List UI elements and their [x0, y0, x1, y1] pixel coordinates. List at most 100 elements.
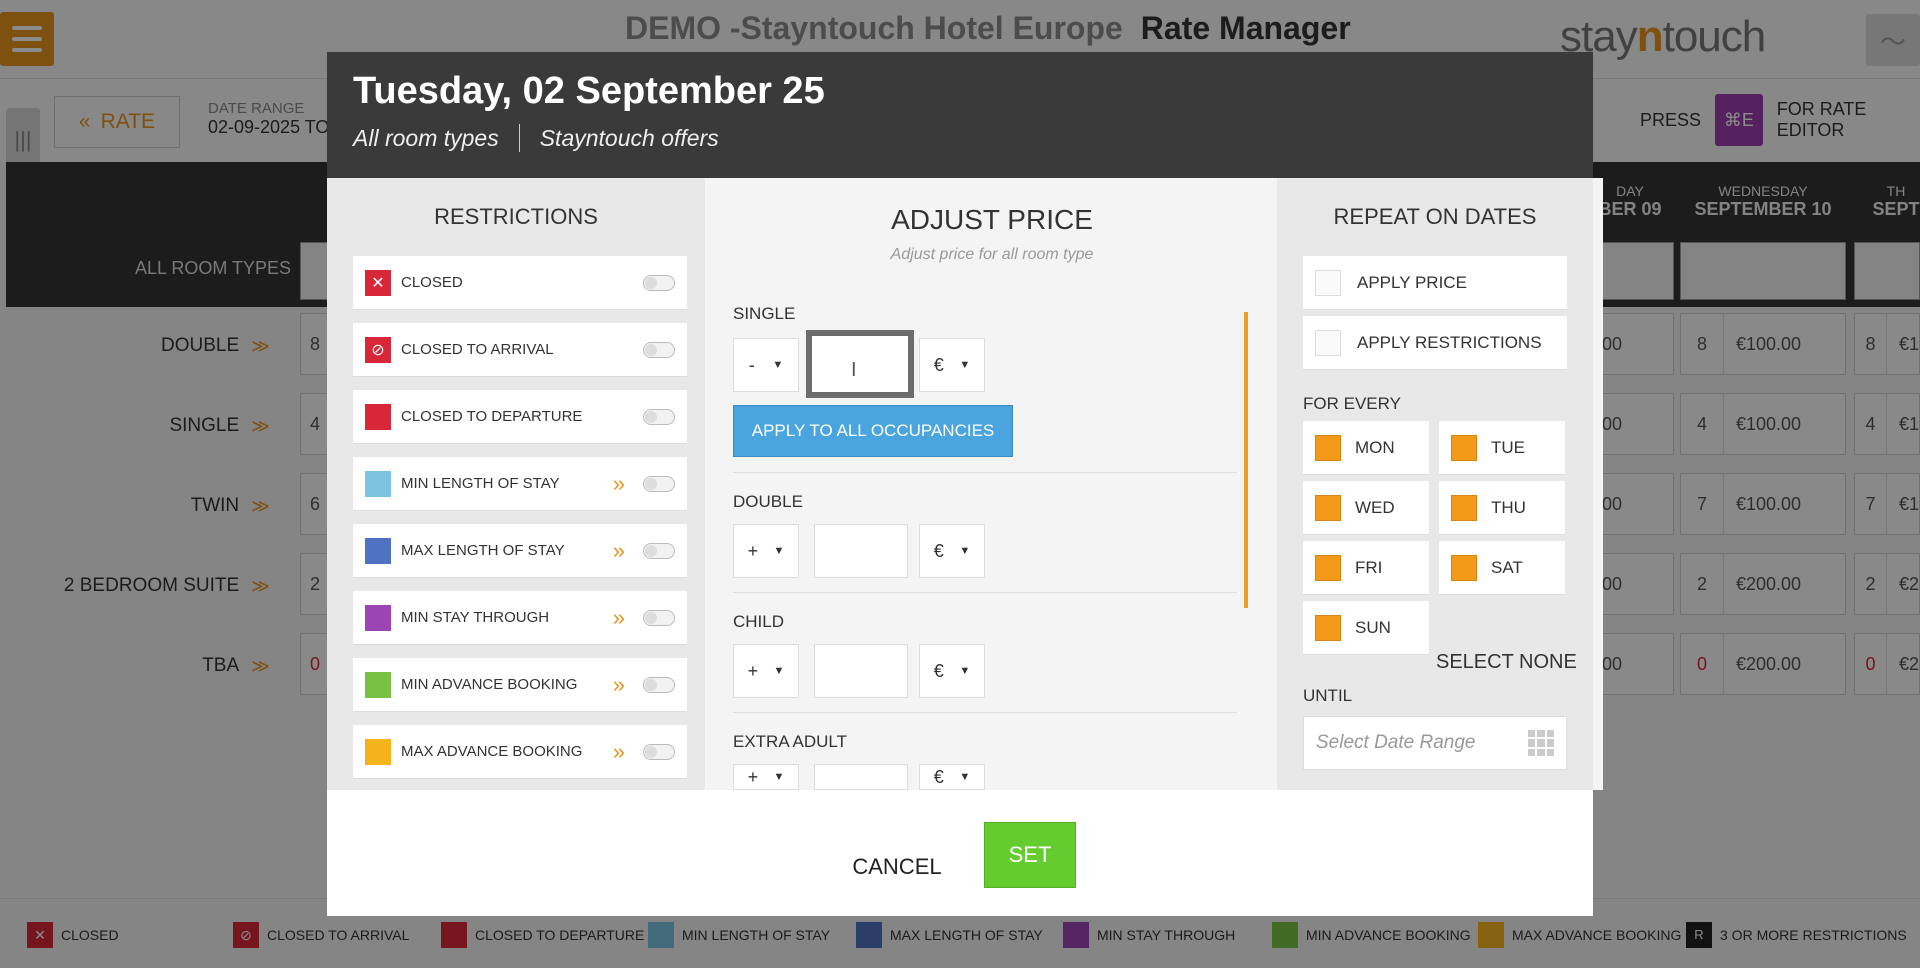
restriction-label: MIN ADVANCE BOOKING: [401, 676, 578, 693]
restriction-min-stay-through[interactable]: MIN STAY THROUGH »: [353, 591, 687, 645]
double-chevron-right-icon[interactable]: »: [613, 739, 625, 765]
price-input-extra-adult[interactable]: [814, 764, 908, 790]
caret-down-icon: ▼: [959, 545, 971, 557]
restriction-max-los[interactable]: MAX LENGTH OF STAY »: [353, 524, 687, 578]
caret-down-icon: ▼: [773, 665, 785, 677]
for-every-label: FOR EVERY: [1303, 394, 1401, 413]
price-input-double[interactable]: [814, 524, 908, 578]
day-tue[interactable]: TUE: [1439, 421, 1565, 475]
modal-subtitle: All room types Stayntouch offers: [353, 124, 719, 152]
day-thu[interactable]: THU: [1439, 481, 1565, 535]
double-chevron-right-icon[interactable]: »: [613, 672, 625, 698]
restriction-toggle[interactable]: [643, 341, 675, 358]
divider: [733, 472, 1237, 473]
restriction-label: MIN STAY THROUGH: [401, 609, 550, 626]
unit-select-single[interactable]: € ▼: [919, 338, 985, 392]
sign-select-extra-adult[interactable]: + ▼: [733, 764, 799, 790]
swatch-icon: [365, 738, 391, 765]
checked-checkbox-icon: [1315, 494, 1341, 521]
apply-all-occupancies-button[interactable]: APPLY TO ALL OCCUPANCIES: [733, 405, 1013, 457]
double-chevron-right-icon[interactable]: »: [613, 605, 625, 631]
swatch-icon: [365, 470, 391, 497]
restriction-closed-departure[interactable]: CLOSED TO DEPARTURE: [353, 390, 687, 444]
restriction-min-advance[interactable]: MIN ADVANCE BOOKING »: [353, 658, 687, 712]
unit-select-double[interactable]: € ▼: [919, 524, 985, 578]
unit-value: €: [933, 540, 944, 561]
apply-restrictions-checkbox[interactable]: [1315, 329, 1341, 356]
adjust-price-scrollbar[interactable]: [1244, 312, 1248, 608]
checkbox-label: APPLY RESTRICTIONS: [1357, 332, 1542, 352]
restriction-min-los[interactable]: MIN LENGTH OF STAY »: [353, 457, 687, 511]
checked-checkbox-icon: [1451, 434, 1477, 461]
swatch-icon: [365, 537, 391, 564]
apply-price-checkbox[interactable]: [1315, 269, 1341, 296]
double-chevron-right-icon[interactable]: »: [613, 471, 625, 497]
unit-select-child[interactable]: € ▼: [919, 644, 985, 698]
modal-title: Tuesday, 02 September 25: [353, 70, 825, 112]
apply-restrictions-checkbox-row[interactable]: APPLY RESTRICTIONS: [1303, 316, 1567, 370]
restriction-closed[interactable]: ✕ CLOSED: [353, 256, 687, 310]
occupancy-label-single: SINGLE: [733, 304, 796, 323]
set-button[interactable]: SET: [984, 822, 1076, 888]
no-entry-icon: ⊘: [365, 336, 391, 363]
checked-checkbox-icon: [1315, 614, 1341, 641]
restriction-label: MAX LENGTH OF STAY: [401, 542, 565, 559]
restriction-toggle[interactable]: [643, 408, 675, 425]
adjust-price-title: ADJUST PRICE: [891, 204, 1093, 235]
day-fri[interactable]: FRI: [1303, 541, 1429, 595]
restriction-toggle[interactable]: [643, 274, 675, 291]
caret-down-icon: ▼: [773, 545, 785, 557]
until-placeholder: Select Date Range: [1316, 732, 1476, 753]
day-sat[interactable]: SAT: [1439, 541, 1565, 595]
day-label: MON: [1355, 437, 1395, 457]
unit-select-extra-adult[interactable]: € ▼: [919, 764, 985, 790]
occupancy-label-child: CHILD: [733, 612, 785, 631]
restriction-toggle[interactable]: [643, 542, 675, 559]
restriction-toggle[interactable]: [643, 609, 675, 626]
checked-checkbox-icon: [1451, 494, 1477, 521]
adjust-price-subtitle: Adjust price for all room type: [890, 246, 1094, 263]
restriction-closed-arrival[interactable]: ⊘ CLOSED TO ARRIVAL: [353, 323, 687, 377]
day-label: SUN: [1355, 617, 1391, 637]
rate-edit-modal: Tuesday, 02 September 25 All room types S…: [327, 52, 1603, 916]
restriction-label: CLOSED TO ARRIVAL: [401, 341, 554, 358]
sign-select-child[interactable]: + ▼: [733, 644, 799, 698]
caret-down-icon: ▼: [959, 665, 971, 677]
select-none-link[interactable]: SELECT NONE: [1436, 651, 1577, 674]
text-cursor-icon: I: [851, 359, 857, 381]
unit-value: €: [933, 766, 944, 787]
sign-select-single[interactable]: - ▼: [733, 338, 799, 392]
unit-value: €: [933, 354, 944, 375]
double-chevron-right-icon[interactable]: »: [613, 538, 625, 564]
checked-checkbox-icon: [1315, 434, 1341, 461]
occupancy-label-extra-adult: EXTRA ADULT: [733, 732, 847, 751]
price-input-single[interactable]: [806, 330, 914, 398]
day-label: SAT: [1491, 557, 1523, 577]
apply-price-checkbox-row[interactable]: APPLY PRICE: [1303, 256, 1567, 310]
price-input-child[interactable]: [814, 644, 908, 698]
day-label: WED: [1355, 497, 1395, 517]
caret-down-icon: ▼: [959, 771, 971, 783]
sign-select-double[interactable]: + ▼: [733, 524, 799, 578]
checked-checkbox-icon: [1315, 554, 1341, 581]
day-wed[interactable]: WED: [1303, 481, 1429, 535]
calendar-icon: [1528, 730, 1554, 756]
until-label: UNTIL: [1303, 686, 1353, 705]
restriction-toggle[interactable]: [643, 676, 675, 693]
until-date-range-field[interactable]: Select Date Range: [1303, 716, 1567, 770]
restriction-label: CLOSED TO DEPARTURE: [401, 408, 583, 425]
restriction-toggle[interactable]: [643, 743, 675, 760]
restriction-max-advance[interactable]: MAX ADVANCE BOOKING »: [353, 725, 687, 779]
restriction-toggle[interactable]: [643, 475, 675, 492]
restrictions-title: RESTRICTIONS: [434, 204, 598, 229]
day-sun[interactable]: SUN: [1303, 601, 1429, 655]
checked-checkbox-icon: [1451, 554, 1477, 581]
sign-value: +: [747, 766, 759, 787]
cancel-button[interactable]: CANCEL: [827, 842, 967, 892]
divider: [733, 592, 1237, 593]
checkbox-label: APPLY PRICE: [1357, 272, 1467, 292]
day-mon[interactable]: MON: [1303, 421, 1429, 475]
occupancy-label-double: DOUBLE: [733, 492, 803, 511]
day-label: TUE: [1491, 437, 1525, 457]
day-label: THU: [1491, 497, 1526, 517]
